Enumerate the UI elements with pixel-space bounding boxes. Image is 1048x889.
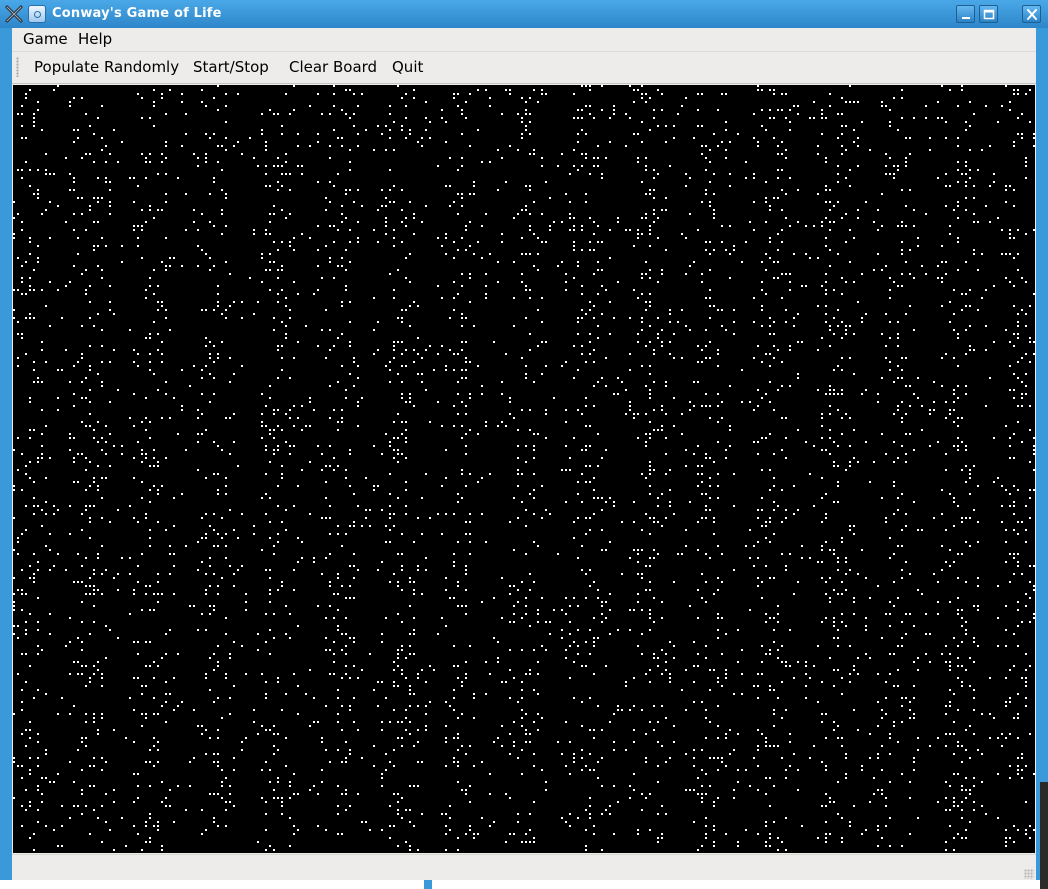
menu-bar: Game Help <box>12 28 1036 52</box>
start-stop-button[interactable]: Start/Stop <box>189 57 273 77</box>
window-manager-icon[interactable] <box>4 4 24 24</box>
close-button[interactable] <box>1022 5 1041 23</box>
app-window: Conway's Game of Life Game Help Populate… <box>0 0 1048 881</box>
desktop-edge <box>1040 782 1048 880</box>
desktop-strip <box>0 880 1048 889</box>
resize-grip-handle[interactable] <box>1024 869 1034 879</box>
live-cells <box>13 85 1035 851</box>
toolbar: Populate Randomly Start/Stop Clear Board… <box>12 52 1036 84</box>
title-bar[interactable]: Conway's Game of Life <box>0 0 1048 28</box>
toolbar-grip-handle[interactable] <box>16 57 19 77</box>
game-board[interactable] <box>13 85 1035 853</box>
window-title: Conway's Game of Life <box>52 6 222 21</box>
clear-board-button[interactable]: Clear Board <box>285 57 381 77</box>
menu-game[interactable]: Game <box>17 30 74 49</box>
status-bar <box>12 854 1036 881</box>
close-icon <box>1027 9 1037 20</box>
minimize-button[interactable] <box>956 5 975 23</box>
cell-grid <box>13 85 1035 851</box>
quit-button[interactable]: Quit <box>388 57 427 77</box>
minimize-icon <box>962 17 970 19</box>
populate-randomly-button[interactable]: Populate Randomly <box>30 57 183 77</box>
client-area: Game Help Populate Randomly Start/Stop C… <box>12 28 1036 881</box>
app-icon <box>28 5 46 23</box>
menu-help[interactable]: Help <box>72 30 118 49</box>
maximize-button[interactable] <box>979 5 998 23</box>
maximize-icon <box>983 9 995 20</box>
